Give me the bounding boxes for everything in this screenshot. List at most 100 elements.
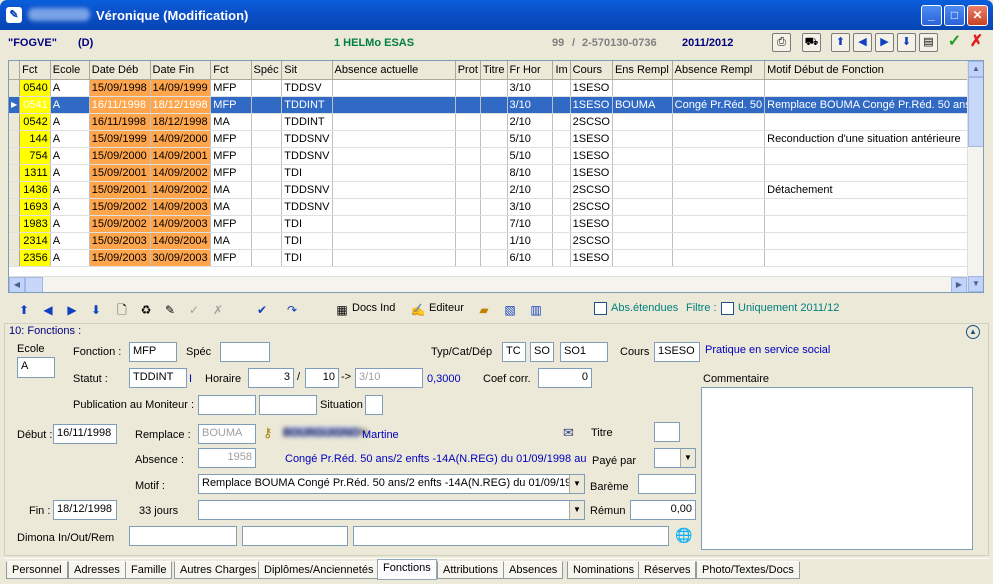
table-row[interactable]: 0542 A 16/11/1998 18/12/1998 MA TDDINT 2/10 2SC… (9, 113, 983, 131)
row-indicator[interactable] (9, 181, 21, 199)
column-header[interactable]: Ens Rempl (612, 61, 673, 80)
dimona-rem-field[interactable] (353, 526, 669, 546)
column-header[interactable]: Date Déb (89, 61, 151, 80)
docs-ind-button[interactable]: Docs Ind (352, 302, 395, 314)
column-header[interactable]: Absence Rempl (672, 61, 766, 80)
confirm-check-icon[interactable]: ✓ (945, 33, 964, 52)
dep-field[interactable]: SO1 (560, 342, 608, 362)
tab-dipl-mes-anciennet-s[interactable]: Diplômes/Anciennetés (258, 561, 380, 579)
remun-field[interactable]: 0,00 (630, 500, 696, 520)
coef-corr-field[interactable]: 0 (538, 368, 592, 388)
editeur-button[interactable]: Editeur (429, 302, 464, 314)
table-row[interactable]: 144 A 15/09/1999 14/09/2000 MFP TDDSNV 5/10 1SE… (9, 130, 983, 148)
dimona-in-field[interactable] (129, 526, 237, 546)
horaire-den-field[interactable]: 10 (305, 368, 339, 388)
cancel-x-icon[interactable]: ✗ (967, 33, 986, 52)
print-icon[interactable]: ⎙ (772, 33, 791, 52)
row-indicator[interactable] (9, 130, 21, 148)
tab-famille[interactable]: Famille (125, 561, 173, 579)
delete-icon[interactable]: ♻ (138, 302, 154, 318)
column-header[interactable]: Date Fin (150, 61, 212, 80)
typ-field[interactable]: TC (502, 342, 526, 362)
column-header[interactable]: Absence actuelle (332, 61, 456, 80)
row-indicator[interactable] (9, 232, 21, 250)
table-row[interactable]: 2356 A 15/09/2003 30/09/2003 MFP TDI 6/10 1SESO (9, 249, 983, 267)
table-row[interactable]: ▶ 0541 A 16/11/1998 18/12/1998 MFP TDDINT 3/10 1… (9, 96, 983, 114)
hscroll-thumb[interactable] (25, 277, 43, 292)
search-key-icon[interactable]: ⚷ (263, 425, 273, 441)
first-icon[interactable]: ⬆ (16, 302, 32, 318)
redo-icon[interactable]: ↷ (284, 302, 300, 318)
globe-icon[interactable]: 🌐 (675, 527, 692, 544)
row-indicator[interactable] (9, 198, 21, 216)
table-row[interactable]: 1311 A 15/09/2001 14/09/2002 MFP TDI 8/10 1SESO (9, 164, 983, 182)
tab-r-serves[interactable]: Réserves (638, 561, 697, 579)
jours-dropdown[interactable]: ▼ (198, 500, 585, 520)
statut-field[interactable]: TDDINT (129, 368, 187, 388)
prev-record-icon[interactable]: ◀ (853, 33, 872, 52)
column-header[interactable]: Fr Hor (507, 61, 554, 80)
tab-nominations[interactable]: Nominations (567, 561, 641, 579)
table-row[interactable]: 0540 A 15/09/1998 14/09/1999 MFP TDDSV 3/10 1SE… (9, 79, 983, 97)
chevron-down-icon[interactable]: ▼ (569, 501, 584, 519)
copy-icon[interactable]: ▤ (919, 33, 938, 52)
absence-field[interactable]: 1958 (198, 448, 256, 468)
titre-field[interactable] (654, 422, 680, 442)
save-check-icon[interactable]: ✓ (186, 302, 202, 318)
next-record-icon[interactable]: ▶ (875, 33, 894, 52)
truck-icon[interactable]: ⛟ (802, 33, 821, 52)
debut-field[interactable]: 16/11/1998 (53, 424, 117, 444)
edit-icon[interactable]: ✎ (162, 302, 178, 318)
tab-photo-textes-docs[interactable]: Photo/Textes/Docs (696, 561, 800, 579)
ecole-field[interactable]: A (17, 357, 55, 378)
tab-personnel[interactable]: Personnel (6, 561, 68, 579)
table-row[interactable]: 1693 A 15/09/2002 14/09/2003 MA TDDSNV 3/10 2SC… (9, 198, 983, 216)
paye-par-dropdown[interactable]: ▼ (654, 448, 696, 468)
spellcheck-icon[interactable]: ✔ (254, 302, 270, 318)
table-row[interactable]: 1436 A 15/09/2001 14/09/2002 MA TDDSNV 2/10 2SC… (9, 181, 983, 199)
abs-etendues-checkbox[interactable] (594, 302, 607, 315)
row-indicator[interactable]: ▶ (9, 96, 21, 114)
report-icon[interactable]: ▧ (502, 302, 518, 318)
column-header[interactable]: Prot (455, 61, 481, 80)
editor-icon[interactable]: ✍ (410, 302, 426, 318)
column-header[interactable]: Motif Début de Fonction (764, 61, 983, 80)
fonction-field[interactable]: MFP (129, 342, 177, 362)
cat-field[interactable]: SO (530, 342, 554, 362)
tab-adresses[interactable]: Adresses (68, 561, 126, 579)
close-button[interactable]: ✕ (967, 5, 988, 26)
situation-field[interactable] (365, 395, 383, 415)
motif-dropdown[interactable]: Remplace BOUMA Congé Pr.Réd. 50 ans/2 en… (198, 474, 585, 494)
titre-icon[interactable]: ✉ (563, 425, 574, 441)
last-icon[interactable]: ⬇ (88, 302, 104, 318)
table-row[interactable]: 1983 A 15/09/2002 14/09/2003 MFP TDI 7/10 1SESO (9, 215, 983, 233)
tab-absences[interactable]: Absences (503, 561, 564, 579)
chevron-down-icon[interactable]: ▼ (680, 449, 695, 467)
folder-icon[interactable]: ▰ (476, 302, 492, 318)
column-header[interactable]: Sit (281, 61, 333, 80)
row-indicator[interactable] (9, 164, 21, 182)
row-indicator[interactable] (9, 113, 21, 131)
fin-field[interactable]: 18/12/1998 (53, 500, 117, 520)
remplace-field[interactable]: BOUMA (198, 424, 256, 444)
chart-icon[interactable]: ▥ (528, 302, 544, 318)
column-header[interactable]: Titre (480, 61, 508, 80)
cours-field[interactable]: 1SESO (654, 342, 700, 362)
column-header[interactable]: Ecole (50, 61, 90, 80)
dimona-out-field[interactable] (242, 526, 348, 546)
next-icon[interactable]: ▶ (64, 302, 80, 318)
new-document-icon[interactable]: 🗋 (114, 302, 130, 318)
table-row[interactable]: 754 A 15/09/2000 14/09/2001 MFP TDDSNV 5/10 1SE… (9, 147, 983, 165)
publication-field-1[interactable] (198, 395, 256, 415)
column-header[interactable]: Im (552, 61, 571, 80)
commentaire-field[interactable] (701, 387, 973, 550)
docs-icon[interactable]: ▦ (334, 302, 350, 318)
publication-field-2[interactable] (259, 395, 317, 415)
prev-icon[interactable]: ◀ (40, 302, 56, 318)
minimize-button[interactable]: _ (921, 5, 942, 26)
uniquement-checkbox[interactable] (721, 302, 734, 315)
row-indicator[interactable] (9, 147, 21, 165)
column-header[interactable]: Spéc (251, 61, 283, 80)
scroll-down-icon[interactable]: ▼ (968, 276, 983, 292)
row-indicator[interactable] (9, 215, 21, 233)
